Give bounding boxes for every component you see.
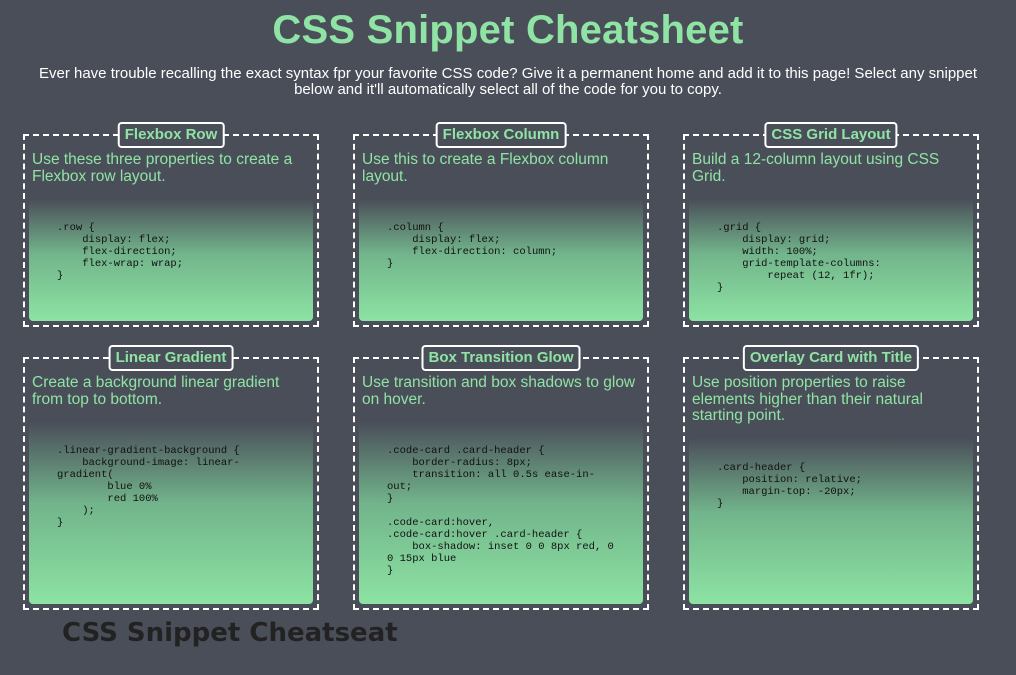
card-title: Box Transition Glow (421, 345, 581, 371)
code-snippet[interactable]: .row { display: flex; flex-direction; fl… (29, 199, 313, 321)
code-snippet[interactable]: .column { display: flex; flex-direction:… (359, 199, 643, 321)
code-text[interactable]: .card-header { position: relative; margi… (689, 462, 973, 510)
code-snippet[interactable]: .linear-gradient-background { background… (29, 422, 313, 604)
code-snippet[interactable]: .grid { display: grid; width: 100%; grid… (689, 199, 973, 321)
snippet-card-flexbox-column: Flexbox Column Use this to create a Flex… (353, 122, 649, 327)
card-title: Flexbox Column (435, 122, 567, 148)
code-text[interactable]: .linear-gradient-background { background… (29, 445, 313, 529)
card-title: Flexbox Row (117, 122, 225, 148)
snippet-card-linear-gradient: Linear Gradient Create a background line… (23, 345, 319, 610)
code-text[interactable]: .code-card .card-header { border-radius:… (359, 445, 643, 577)
card-description: Use these three properties to create a F… (32, 151, 293, 185)
snippet-card-overlay-card-with-title: Overlay Card with Title Use position pro… (683, 345, 979, 610)
card-title: Overlay Card with Title (742, 345, 920, 371)
code-snippet[interactable]: .code-card .card-header { border-radius:… (359, 422, 643, 604)
card-description: Use position properties to raise element… (692, 374, 923, 424)
card-description: Use transition and box shadows to glow o… (362, 374, 636, 408)
snippet-card-box-transition-glow: Box Transition Glow Use transition and b… (353, 345, 649, 610)
code-text[interactable]: .column { display: flex; flex-direction:… (359, 222, 643, 270)
snippet-card-css-grid-layout: CSS Grid Layout Build a 12-column layout… (683, 122, 979, 327)
snippet-card-flexbox-row: Flexbox Row Use these three properties t… (23, 122, 319, 327)
card-title: Linear Gradient (108, 345, 234, 371)
page-title: CSS Snippet Cheatsheet (272, 8, 744, 52)
card-title: CSS Grid Layout (764, 122, 898, 148)
footer-title: CSS Snippet Cheatseat (62, 618, 398, 648)
code-text[interactable]: .grid { display: grid; width: 100%; grid… (689, 222, 973, 294)
card-description: Create a background linear gradient from… (32, 374, 280, 408)
code-text[interactable]: .row { display: flex; flex-direction; fl… (29, 222, 313, 282)
card-description: Use this to create a Flexbox column layo… (362, 151, 609, 185)
page-intro: Ever have trouble recalling the exact sy… (38, 65, 978, 98)
card-description: Build a 12-column layout using CSS Grid. (692, 151, 940, 185)
code-snippet[interactable]: .card-header { position: relative; margi… (689, 438, 973, 604)
